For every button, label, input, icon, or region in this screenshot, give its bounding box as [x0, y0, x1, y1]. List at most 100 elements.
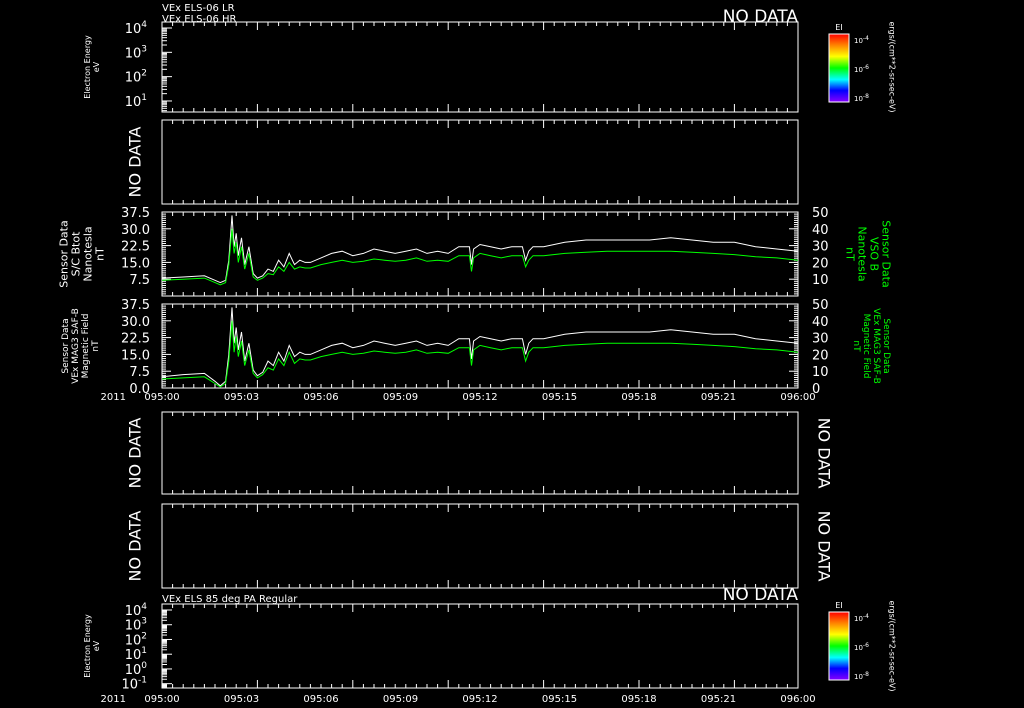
time-tick-label: 095:06	[303, 694, 338, 705]
panel1-units: ergs/(cm**2-sr-sec-eV)	[887, 21, 896, 112]
panel7-ylabel-line: Electron Energy	[83, 614, 92, 678]
panel2-ticks	[161, 120, 799, 204]
plot-layer: VEx ELS-06 LRVEx ELS-06 HR NO DATA1041031…	[58, 3, 897, 705]
log-tick-label: 103	[125, 44, 147, 61]
panel6-status-left: NO DATA	[125, 511, 144, 582]
panel7-units: ergs/(cm**2-sr-sec-eV)	[887, 600, 896, 691]
time-tick-label: 096:00	[780, 694, 815, 705]
y-tick-label: 20	[812, 256, 829, 271]
y-tick-label: 20	[812, 348, 829, 363]
panel6-frame	[161, 503, 799, 589]
panel3-series-line	[161, 228, 799, 286]
panel7-ylabel-line: eV	[92, 640, 101, 651]
panel7-colorbar-title: EI	[835, 601, 842, 610]
panel1-title-line2: VEx ELS-06 HR	[162, 14, 237, 25]
y-tick-label: 30	[812, 332, 829, 347]
panel3-left-label: Sensor DataS/C Btot Nanotesla nT	[58, 220, 107, 287]
panel1-colorbar	[828, 33, 850, 103]
panel5-status-right: NO DATA	[815, 418, 834, 489]
panel3-left-label-line: nT	[94, 247, 107, 261]
panel4-left-label-line: Sensor Data	[61, 318, 71, 373]
panel1-ticks	[161, 22, 799, 112]
panel1-frame	[161, 21, 799, 113]
y-tick-label: 22.5	[121, 240, 150, 255]
panel7-ticks	[161, 604, 799, 688]
panel1-ylabel-line: Electron Energy	[83, 35, 92, 99]
plot-stage: VEx ELS-06 LRVEx ELS-06 HR NO DATA1041031…	[58, 3, 897, 705]
panel7-colorbar-tick-label: 10-6	[854, 642, 869, 652]
time-tick-label: 095:18	[621, 392, 656, 403]
panel7-status: NO DATA	[723, 585, 799, 605]
panel1-title-line1: VEx ELS-06 LR	[162, 3, 235, 14]
panel4-right-label-line: Magnetic Field	[861, 314, 871, 379]
y-tick-label: 10	[812, 273, 829, 288]
panel6-status-right: NO DATA	[815, 511, 834, 582]
panel4-left-label-line: nT	[91, 340, 101, 352]
panel5-ticks	[161, 412, 799, 494]
panel7-yticks: 10410310210110010-1	[121, 602, 172, 693]
panel4-series-line	[161, 320, 799, 388]
y-tick-label: 37.5	[121, 298, 150, 313]
panel1-status: NO DATA	[723, 7, 799, 27]
time-tick-label: 095:21	[701, 392, 736, 403]
panel7-units-line: ergs/(cm**2-sr-sec-eV)	[887, 600, 896, 691]
time-tick-label: 096:00	[780, 392, 815, 403]
panel4-right-label-line: nT	[851, 340, 861, 352]
year-label: 2011	[101, 392, 126, 403]
panel5-frame	[161, 411, 799, 495]
log-tick-label: 102	[125, 69, 147, 86]
panel3-right-label: Sensor DataVSO BNanoteslanT	[843, 220, 892, 287]
panel7-colorbar	[828, 611, 850, 681]
panel5-status-right-line: NO DATA	[815, 418, 834, 489]
y-tick-label: 37.5	[121, 206, 150, 221]
panel4-series-line	[161, 307, 799, 387]
y-tick-label: 30	[812, 240, 829, 255]
panel7-title: VEx ELS 85 deg PA Regular	[162, 594, 298, 605]
time-tick-label: 095:03	[224, 392, 259, 403]
panel2-status-line: NO DATA	[125, 127, 144, 198]
panel4-left-label-line: VEx MAG3 SAF-B	[71, 308, 81, 384]
panel1-colorbar-tick-label: 10-4	[854, 35, 869, 45]
y-tick-label: 15.0	[121, 256, 150, 271]
panel3-series-line	[161, 215, 799, 284]
panel6-status-left-line: NO DATA	[125, 511, 144, 582]
y-tick-label: 50	[812, 206, 829, 221]
y-tick-label: 30.0	[121, 223, 150, 238]
panel7-colorbar-tick-label: 10-4	[854, 613, 869, 623]
time-tick-label: 095:09	[383, 392, 418, 403]
y-tick-label: 10	[812, 365, 829, 380]
time-tick-label: 095:03	[224, 694, 259, 705]
panel3-left-ticks: 37.5 30.0 22.515.0 7.5	[121, 206, 171, 297]
panel1-units-line: ergs/(cm**2-sr-sec-eV)	[887, 21, 896, 112]
panel4-left-label-line: Magnetic Field	[81, 314, 91, 379]
panel4-right-label-line: VEx MAG3 SAF-B	[871, 308, 881, 384]
log-tick-label: 101	[125, 93, 147, 110]
panel6-ticks	[161, 504, 799, 588]
time-axis-upper: 2011 095:00 095:03 095:06 095:09 095:12 095:15…	[101, 392, 816, 403]
panel7-ylabel: Electron Energy eV	[83, 614, 101, 678]
time-tick-label: 095:12	[462, 392, 497, 403]
time-tick-label: 095:18	[621, 694, 656, 705]
y-tick-label: 40	[812, 223, 829, 238]
panel4-left-ticks: 37.530.022.515.07.50.0	[121, 298, 171, 397]
y-tick-label: 7.5	[129, 365, 150, 380]
time-tick-label: 095:06	[303, 392, 338, 403]
panel7-colorbar-tick-label: 10-8	[854, 671, 869, 681]
panel4-right-ticks: 50403020100	[789, 298, 829, 397]
panel7-frame	[161, 603, 799, 689]
time-tick-label: 095:21	[701, 694, 736, 705]
y-tick-label: 50	[812, 298, 829, 313]
time-axis-lower: 2011 095:00 095:03 095:06 095:09 095:12 095:15…	[101, 694, 816, 705]
y-tick-label: 40	[812, 315, 829, 330]
panel1-colorbar-tick-label: 10-6	[854, 64, 869, 74]
time-tick-label: 095:15	[542, 694, 577, 705]
panel2-frame	[161, 119, 799, 205]
time-tick-label: 095:00	[144, 392, 179, 403]
panel1-ylabel-line: eV	[92, 61, 101, 72]
time-tick-label: 095:00	[144, 694, 179, 705]
time-tick-label: 095:15	[542, 392, 577, 403]
panel5-status-left: NO DATA	[125, 418, 144, 489]
log-tick-label: 104	[125, 20, 148, 37]
panel1-colorbar-tick-label: 10-8	[854, 93, 869, 103]
panel4-right-label-line: Sensor Data	[881, 318, 891, 373]
